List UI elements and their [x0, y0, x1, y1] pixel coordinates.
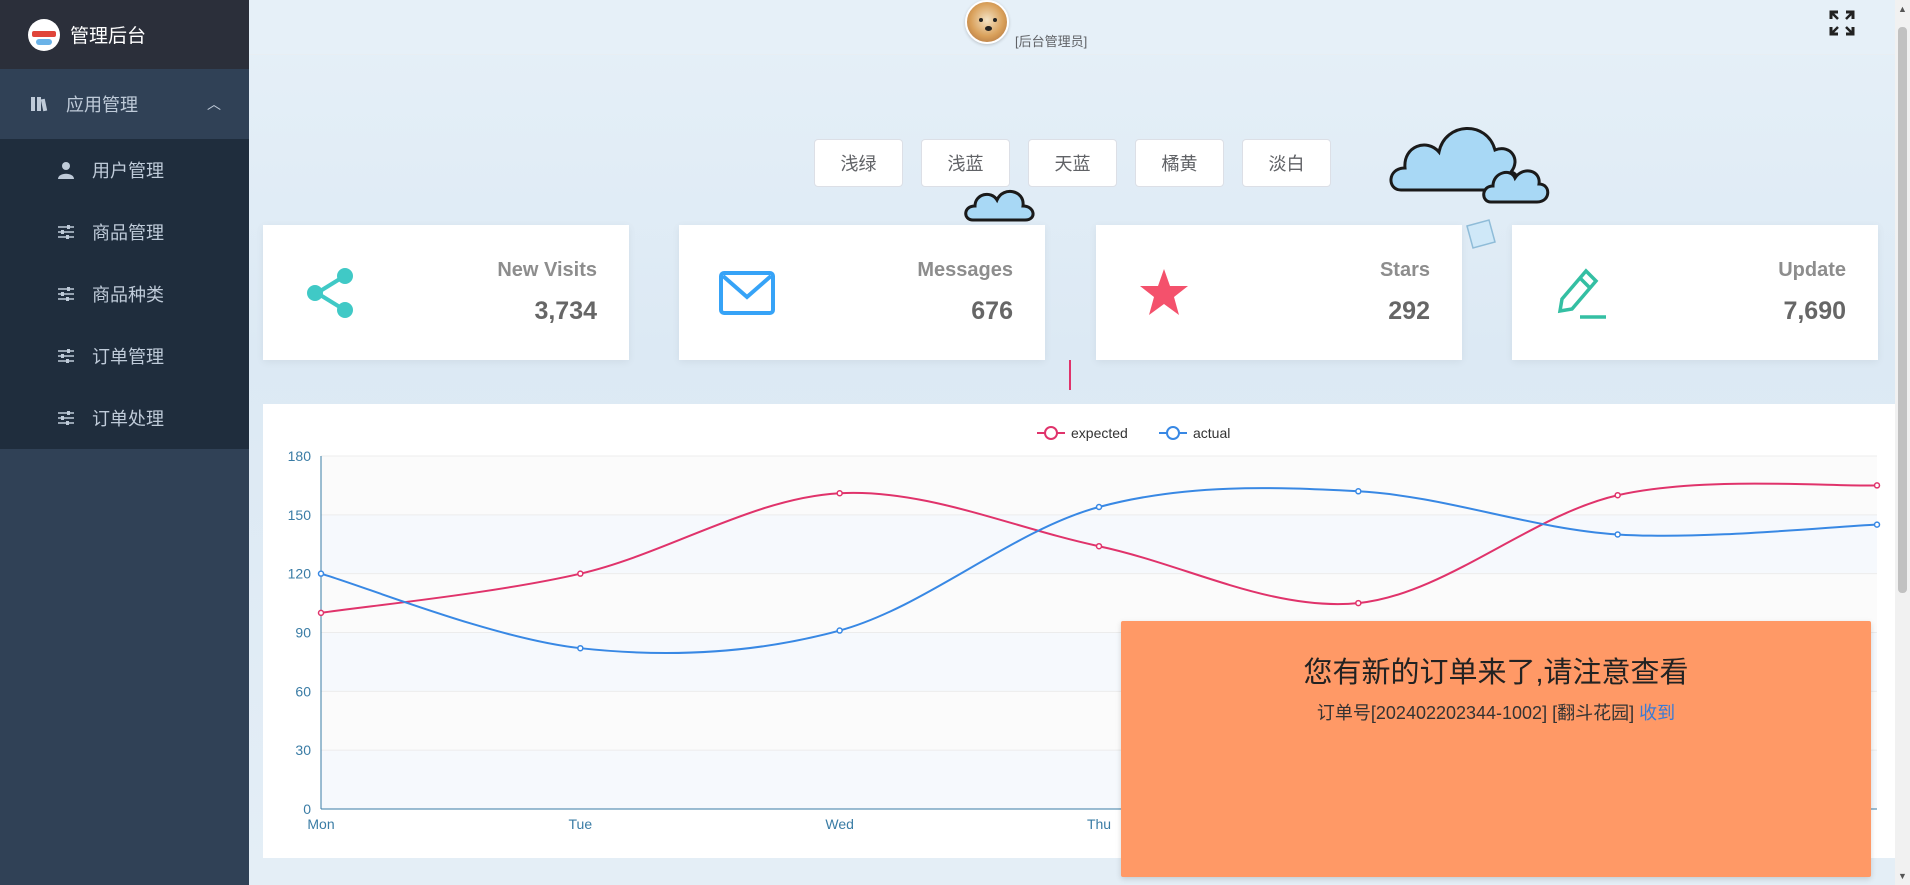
- data-point-actual: [577, 644, 584, 652]
- theme-sky-blue-button[interactable]: 天蓝: [1028, 139, 1117, 187]
- card-label: Update: [1778, 259, 1846, 281]
- y-tick-label: 150: [288, 507, 312, 523]
- legend-marker: [1044, 426, 1058, 440]
- order-notification: 您有新的订单来了,请注意查看 订单号[202402202344-1002] [翻…: [1121, 621, 1871, 877]
- card-value: 676: [971, 297, 1013, 325]
- theme-light-green-button[interactable]: 浅绿: [814, 139, 903, 187]
- envelope-icon: [719, 271, 775, 315]
- sliders-icon: [56, 284, 76, 304]
- y-tick-label: 180: [288, 448, 312, 464]
- sidebar-item-label: 商品管理: [92, 223, 164, 243]
- x-tick-label: Tue: [569, 816, 593, 832]
- notification-title: 您有新的订单来了,请注意查看: [1303, 657, 1689, 689]
- scroll-down-icon[interactable]: ▼: [1898, 871, 1907, 881]
- card-value: 7,690: [1783, 297, 1846, 325]
- logo-bar: 管理后台: [0, 0, 249, 69]
- card-stars[interactable]: Stars 292: [1096, 225, 1462, 360]
- sidebar-item-label: 商品种类: [92, 285, 164, 305]
- data-point-expected: [1095, 542, 1103, 550]
- data-point-actual: [1355, 488, 1362, 495]
- data-point-expected: [577, 570, 584, 577]
- x-tick-label: Mon: [307, 816, 334, 832]
- notification-order-text: 订单号[202402202344-1002] [翻斗花园]: [1316, 703, 1635, 723]
- y-tick-label: 120: [288, 566, 312, 582]
- user-icon: [56, 160, 76, 180]
- avatar[interactable]: [965, 0, 1009, 44]
- data-point-expected: [1873, 482, 1881, 489]
- menu-app-management-label: 应用管理: [66, 95, 138, 115]
- ice-cube-illustration: [1466, 219, 1496, 249]
- card-update[interactable]: Update 7,690: [1512, 225, 1878, 360]
- notification-body: 订单号[202402202344-1002] [翻斗花园] 收到: [1121, 699, 1871, 725]
- scroll-up-icon[interactable]: ▲: [1898, 4, 1907, 14]
- theme-switcher: 浅绿 浅蓝 天蓝 橘黄 淡白: [814, 139, 1331, 187]
- card-label: Stars: [1379, 259, 1430, 281]
- decor-line: [1069, 360, 1071, 390]
- menu-app-management[interactable]: 应用管理 ︿: [0, 69, 249, 139]
- cloud-illustration: [1389, 127, 1550, 204]
- x-tick-label: Thu: [1087, 816, 1111, 832]
- share-icon: [307, 268, 353, 318]
- sidebar-item-categories[interactable]: 商品种类: [0, 263, 249, 325]
- card-value: 292: [1388, 297, 1430, 325]
- sidebar-item-users[interactable]: 用户管理: [0, 139, 249, 201]
- theme-orange-button[interactable]: 橘黄: [1135, 139, 1224, 187]
- pencil-icon: [1557, 268, 1606, 319]
- sidebar-item-order-processing[interactable]: 订单处理: [0, 387, 249, 449]
- submenu: 用户管理 商品管理 商品种类 订单管理 订单处理: [0, 139, 249, 449]
- card-label: Messages: [917, 259, 1013, 281]
- app-title: 管理后台: [70, 26, 147, 47]
- legend-label: actual: [1193, 425, 1230, 441]
- card-messages[interactable]: Messages 676: [679, 225, 1045, 360]
- sliders-icon: [56, 222, 76, 242]
- legend-label: expected: [1071, 425, 1128, 441]
- sidebar-item-label: 用户管理: [92, 161, 164, 181]
- data-point-expected: [836, 490, 843, 497]
- data-point-actual: [836, 627, 843, 634]
- main-content: [后台管理员] 浅绿 浅蓝 天蓝 橘黄 淡白 New Visits 3,734: [249, 0, 1910, 885]
- card-new-visits[interactable]: New Visits 3,734: [263, 225, 629, 360]
- data-point-actual: [317, 570, 325, 577]
- y-tick-label: 0: [303, 801, 311, 817]
- chevron-up-icon: ︿: [207, 96, 221, 112]
- data-point-expected: [317, 609, 325, 617]
- sidebar-item-label: 订单处理: [92, 409, 164, 429]
- y-tick-label: 60: [295, 683, 311, 699]
- sliders-icon: [56, 408, 76, 428]
- fullscreen-icon[interactable]: [1829, 10, 1855, 36]
- sidebar-item-label: 订单管理: [92, 347, 164, 367]
- y-tick-label: 90: [295, 625, 311, 641]
- notification-received-link[interactable]: 收到: [1639, 703, 1675, 723]
- sidebar-item-products[interactable]: 商品管理: [0, 201, 249, 263]
- data-point-actual: [1873, 521, 1881, 528]
- legend-marker: [1166, 426, 1180, 440]
- data-point-actual: [1095, 503, 1103, 511]
- data-point-actual: [1614, 531, 1621, 538]
- app-management-icon: [31, 97, 48, 112]
- card-label: New Visits: [497, 259, 597, 281]
- sidebar: 管理后台 应用管理 ︿ 用户管理 商品管理 商品种类 订单管理 订单处理: [0, 0, 249, 885]
- page-scrollbar[interactable]: ▲ ▼: [1895, 0, 1910, 885]
- data-point-expected: [1355, 599, 1362, 607]
- user-role: [后台管理员]: [1015, 34, 1088, 49]
- logo-icon: [28, 18, 60, 51]
- sidebar-item-orders[interactable]: 订单管理: [0, 325, 249, 387]
- x-tick-label: Wed: [825, 816, 854, 832]
- data-point-expected: [1614, 491, 1621, 499]
- sliders-icon: [56, 346, 76, 366]
- scroll-thumb[interactable]: [1898, 27, 1907, 593]
- star-icon: [1140, 269, 1188, 315]
- theme-light-blue-button[interactable]: 浅蓝: [921, 139, 1010, 187]
- y-tick-label: 30: [295, 742, 311, 758]
- card-value: 3,734: [534, 297, 597, 325]
- theme-white-button[interactable]: 淡白: [1242, 139, 1331, 187]
